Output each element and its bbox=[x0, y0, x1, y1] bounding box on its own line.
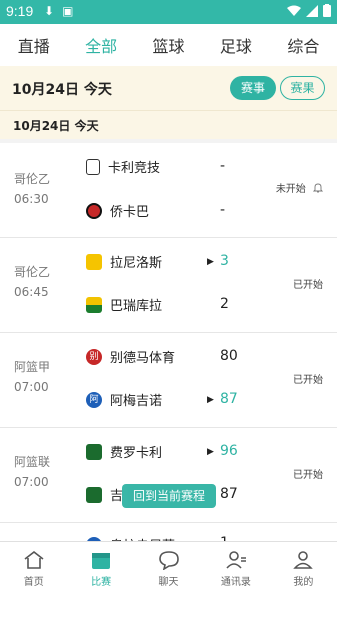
team-name: 别德马体育 bbox=[110, 351, 176, 366]
category-tabs: 直播 全部 篮球 足球 综合 bbox=[0, 24, 337, 66]
team-name: 拉尼洛斯 bbox=[110, 256, 163, 271]
nav-contacts[interactable]: 通讯录 bbox=[202, 542, 269, 600]
home-score: 3 bbox=[220, 253, 229, 269]
calendar-icon bbox=[92, 553, 111, 569]
tab-all[interactable]: 全部 bbox=[67, 33, 134, 57]
team-name: 费罗卡利 bbox=[110, 446, 163, 461]
bottom-nav: 首页 比赛 聊天 通讯录 我的 bbox=[0, 541, 337, 600]
team-logo-icon bbox=[86, 486, 102, 503]
notification-icons: ⬇▣ bbox=[44, 4, 81, 18]
download-icon: ⬇ bbox=[44, 4, 63, 18]
league-time: 哥伦乙 06:30 bbox=[14, 169, 50, 209]
nav-label: 我的 bbox=[293, 577, 314, 588]
away-score: 87 bbox=[220, 486, 238, 502]
match-status: 已开始 bbox=[293, 375, 323, 386]
team-logo-icon bbox=[86, 296, 102, 313]
nav-profile[interactable]: 我的 bbox=[270, 542, 337, 600]
profile-icon bbox=[293, 551, 314, 569]
clock: 9:19 bbox=[6, 3, 34, 19]
team-logo-icon bbox=[86, 202, 102, 219]
team-logo-icon bbox=[86, 158, 100, 175]
team-logo-icon bbox=[86, 253, 102, 270]
league-time: 哥伦乙 06:45 bbox=[14, 262, 50, 302]
home-team: 拉尼洛斯 bbox=[86, 252, 162, 271]
tab-basketball[interactable]: 篮球 bbox=[135, 33, 202, 57]
league-time: 阿篮甲 07:00 bbox=[14, 357, 50, 397]
away-team: 阿 阿梅吉诺 bbox=[86, 390, 162, 409]
league-name: 哥伦乙 bbox=[14, 172, 51, 186]
match-row[interactable]: 阿篮甲 07:00 别 别德马体育 阿 阿梅吉诺 80 ▶ 87 已开始 bbox=[0, 333, 337, 428]
match-status: 未开始 bbox=[276, 180, 323, 195]
status-text: 未开始 bbox=[275, 184, 306, 195]
nav-home[interactable]: 首页 bbox=[0, 542, 67, 600]
home-score: 96 bbox=[220, 443, 238, 459]
nav-label: 首页 bbox=[23, 577, 44, 588]
home-score: 80 bbox=[220, 348, 238, 364]
team-logo-icon: 阿 bbox=[86, 391, 102, 408]
image-icon: ▣ bbox=[62, 4, 82, 18]
live-arrow-icon: ▶ bbox=[207, 257, 214, 267]
league-name: 阿篮甲 bbox=[14, 360, 51, 374]
team-logo-icon: 别 bbox=[86, 348, 102, 365]
contacts-icon bbox=[226, 551, 246, 569]
results-button[interactable]: 赛果 bbox=[280, 76, 325, 100]
games-button[interactable]: 赛事 bbox=[230, 76, 276, 100]
away-team: 吉 bbox=[86, 485, 123, 504]
battery-icon bbox=[323, 4, 331, 17]
home-team: 卡利竞技 bbox=[86, 157, 160, 176]
nav-chat[interactable]: 聊天 bbox=[135, 542, 202, 600]
match-row[interactable]: 哥伦乙 06:30 卡利竞技 侨卡巴 - - 未开始 bbox=[0, 143, 337, 238]
tab-other[interactable]: 综合 bbox=[270, 33, 337, 57]
tab-football[interactable]: 足球 bbox=[202, 33, 269, 57]
date-title: 10月24日 今天 bbox=[12, 82, 112, 98]
team-name: 巴瑞库拉 bbox=[110, 299, 163, 314]
back-to-current-button[interactable]: 回到当前赛程 bbox=[122, 484, 216, 508]
chat-icon bbox=[158, 551, 179, 570]
nav-label: 聊天 bbox=[158, 577, 179, 588]
league-time: 阿篮联 07:00 bbox=[14, 452, 50, 492]
match-time: 07:00 bbox=[14, 475, 49, 489]
match-row[interactable]: 哥伦乙 06:45 拉尼洛斯 巴瑞库拉 ▶ 3 2 已开始 bbox=[0, 238, 337, 333]
league-name: 哥伦乙 bbox=[14, 265, 51, 279]
league-name: 阿篮联 bbox=[14, 455, 51, 469]
away-team: 侨卡巴 bbox=[86, 201, 149, 220]
match-status: 已开始 bbox=[293, 470, 323, 481]
team-name: 侨卡巴 bbox=[110, 205, 150, 220]
live-arrow-icon: ▶ bbox=[207, 395, 214, 405]
away-score: 87 bbox=[220, 391, 238, 407]
wifi-icon bbox=[287, 5, 301, 16]
home-team: 费罗卡利 bbox=[86, 442, 162, 461]
home-score: - bbox=[220, 158, 226, 174]
tab-live[interactable]: 直播 bbox=[0, 33, 67, 57]
home-icon bbox=[24, 550, 44, 569]
away-team: 巴瑞库拉 bbox=[86, 295, 162, 314]
match-time: 06:45 bbox=[14, 285, 49, 299]
away-score: - bbox=[220, 202, 226, 218]
team-name: 阿梅吉诺 bbox=[110, 394, 163, 409]
nav-matches[interactable]: 比赛 bbox=[67, 542, 134, 600]
match-status: 已开始 bbox=[293, 280, 323, 291]
status-bar: 9:19 ⬇▣ bbox=[0, 0, 337, 24]
team-logo-icon bbox=[86, 443, 102, 460]
match-time: 06:30 bbox=[14, 192, 49, 206]
match-time: 07:00 bbox=[14, 380, 49, 394]
subheader-date: 10月24日 今天 bbox=[13, 119, 99, 133]
home-team: 别 别德马体育 bbox=[86, 347, 175, 366]
bell-icon[interactable] bbox=[313, 183, 323, 193]
team-name: 卡利竞技 bbox=[108, 161, 161, 176]
away-score: 2 bbox=[220, 296, 229, 312]
live-arrow-icon: ▶ bbox=[207, 447, 214, 457]
match-row[interactable]: 阿篮联 07:00 费罗卡利 吉 ▶ 96 87 已开始 bbox=[0, 428, 337, 523]
date-subheader: 10月24日 今天 bbox=[0, 110, 337, 139]
signal-icon bbox=[306, 4, 318, 17]
nav-label: 通讯录 bbox=[220, 577, 251, 588]
nav-label: 比赛 bbox=[91, 577, 112, 588]
